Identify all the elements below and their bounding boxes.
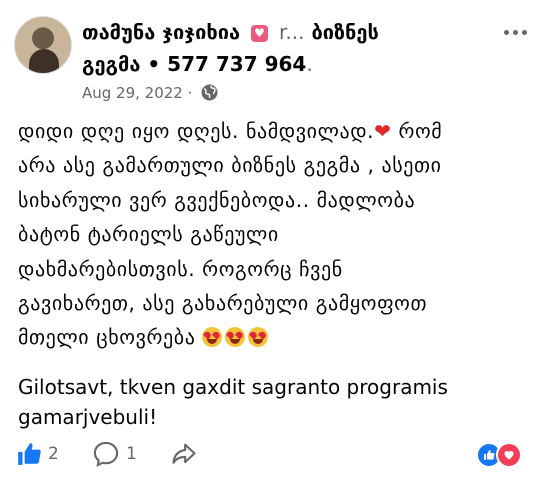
body-line: ბატონ ტარიელს გაწეული xyxy=(18,222,279,247)
facebook-post: თამუნა ჯიჯიხია ♥ r... ბიზნეს გეგმა • 577… xyxy=(0,0,540,484)
likes-count: 2 xyxy=(48,444,59,464)
truncated-name[interactable]: r... xyxy=(279,20,304,44)
post-body: დიდი დღე იყო დღეს. ნამდვილად.❤ რომ არა ა… xyxy=(18,114,530,355)
like-button[interactable]: 2 xyxy=(16,440,59,468)
reaction-summary[interactable] xyxy=(476,442,522,468)
heart-emoji: ❤ xyxy=(374,119,392,143)
group-title-part1[interactable]: ბიზნეს xyxy=(311,20,378,44)
body-line: არა ასე გამართული ბიზნეს გეგმა , ასეთი xyxy=(18,153,442,178)
love-reaction-icon xyxy=(496,442,522,468)
post-latin-text: Gilotsavt, tkven gaxdit sagranto program… xyxy=(18,375,448,429)
post-header-line2: გეგმა • 577 737 964. xyxy=(82,52,313,76)
post-meta: Aug 29, 2022 · xyxy=(82,82,218,107)
body-line: დახმარებისთვის. როგორც ჩვენ xyxy=(18,256,343,281)
comment-button[interactable]: 1 xyxy=(92,440,137,468)
body-line: მთელი ცხოვრება xyxy=(18,320,530,354)
post-date[interactable]: Aug 29, 2022 xyxy=(82,84,183,102)
heart-eyes-emoji xyxy=(225,327,246,348)
title-separator: • xyxy=(147,52,161,76)
more-options-icon[interactable] xyxy=(498,20,532,44)
body-line: სიხარული ვერ გვექნებოდა.. მადლობა xyxy=(18,187,416,212)
globe-icon xyxy=(201,84,218,107)
comment-icon xyxy=(93,441,119,467)
comments-count: 1 xyxy=(126,444,137,464)
post-footer: 2 1 xyxy=(0,432,540,476)
share-icon xyxy=(172,443,196,464)
phone-number[interactable]: 577 737 964 xyxy=(167,52,306,76)
share-button[interactable] xyxy=(170,440,198,468)
author-name[interactable]: თამუნა ჯიჯიხია xyxy=(82,20,240,44)
body-line: გავიხარეთ, ასე გახარებული გამყოფოთ xyxy=(18,291,428,316)
heart-eyes-emoji xyxy=(248,327,269,348)
like-icon xyxy=(18,443,41,465)
post-header-line1: თამუნა ჯიჯიხია ♥ r... ბიზნეს xyxy=(82,17,502,47)
author-avatar[interactable] xyxy=(14,16,72,74)
body-line: დიდი დღე იყო დღეს. ნამდვილად.❤ რომ xyxy=(18,119,443,143)
meta-dot: · xyxy=(187,84,193,102)
heart-decoration-icon: ♥ xyxy=(251,25,269,42)
group-title-part2[interactable]: გეგმა xyxy=(82,52,140,76)
heart-eyes-emoji xyxy=(202,327,223,348)
